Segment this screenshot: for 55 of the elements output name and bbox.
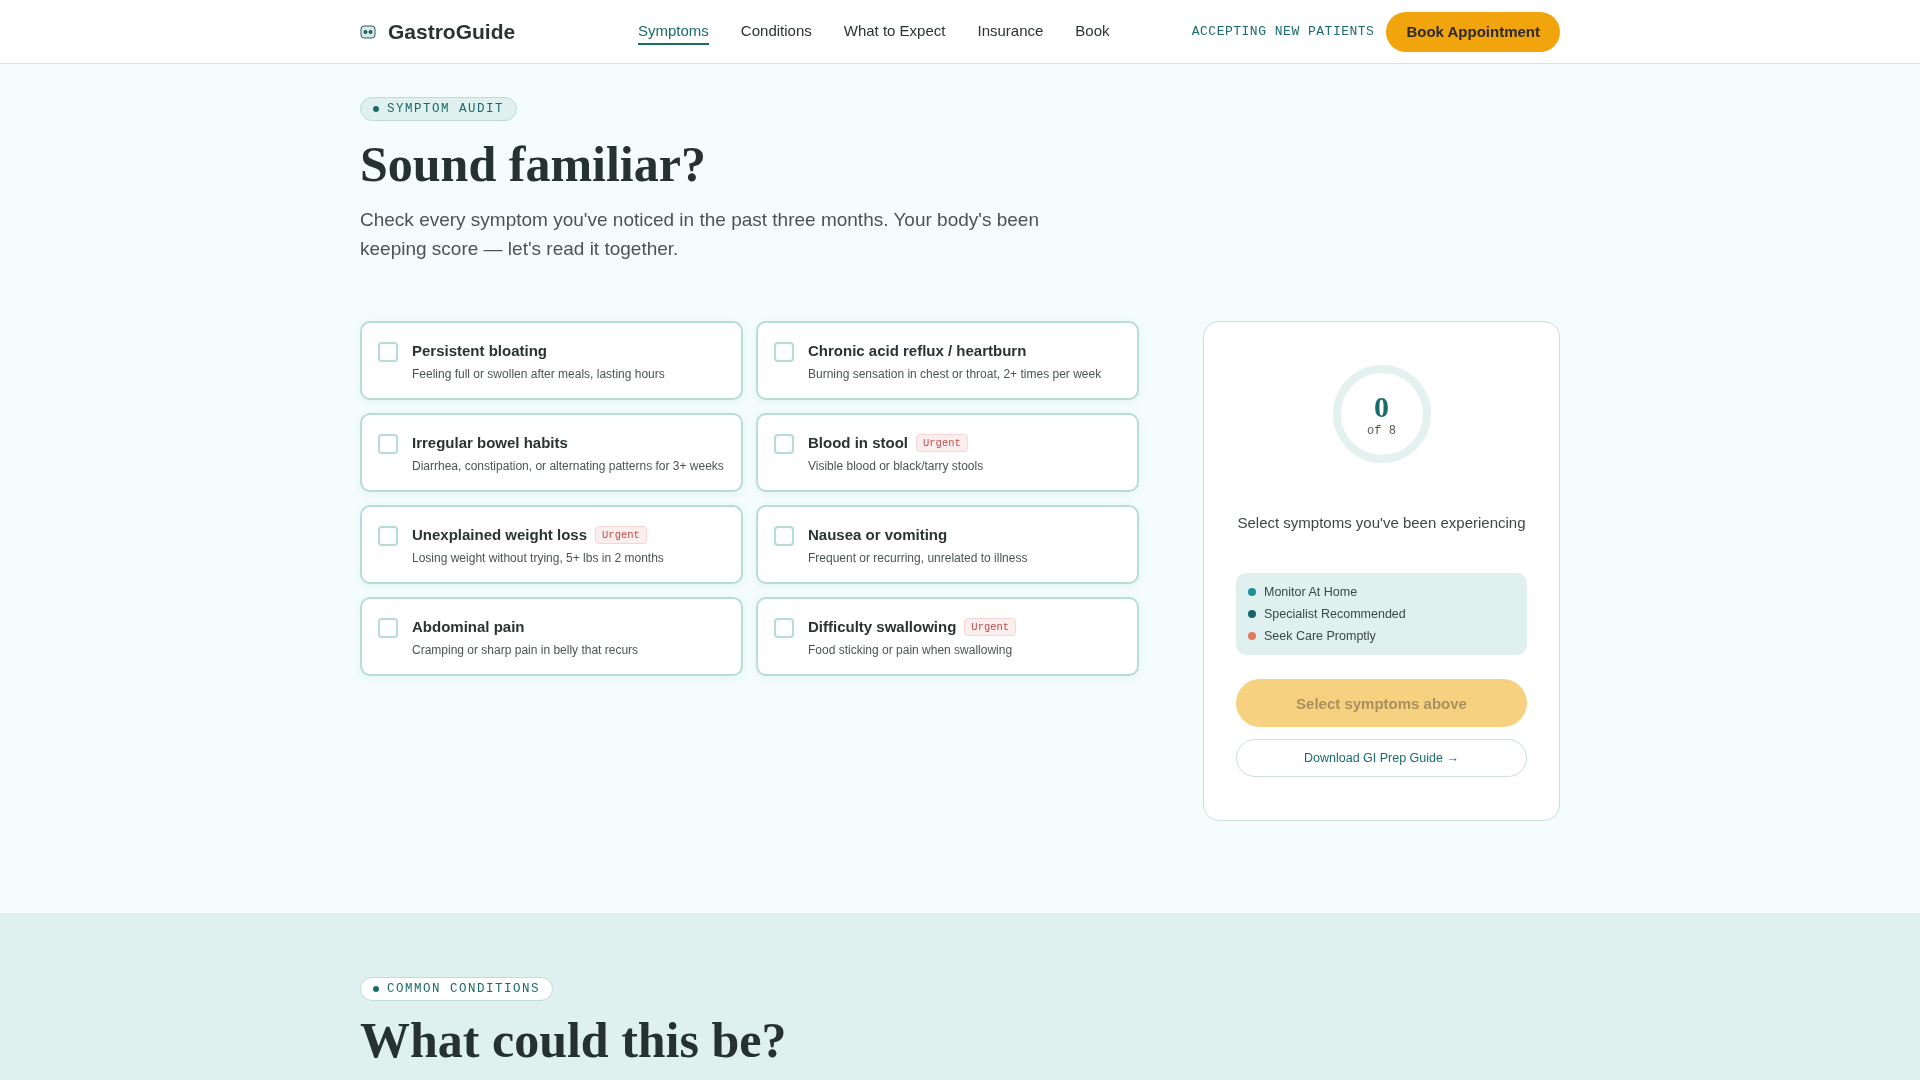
intro-text: Check every symptom you've noticed in the past three months. Your body's been keeping score — let's read it together. <box>360 208 1040 261</box>
nav-link[interactable]: Conditions <box>740 18 812 45</box>
selected-count: 0 <box>1374 390 1389 424</box>
symptom-detail: Visible blood or black/tarry stools <box>808 459 984 473</box>
checkbox[interactable] <box>774 434 794 454</box>
book-appointment-button[interactable]: Book Appointment <box>1386 11 1560 52</box>
symptom-detail: Frequent or recurring, unrelated to illness <box>808 551 1028 565</box>
symptom-detail: Losing weight without trying, 5+ lbs in 2 months <box>412 551 664 565</box>
legend-label: Seek Care Promptly <box>1264 629 1376 643</box>
legend-label: Monitor At Home <box>1264 585 1358 599</box>
eyebrow-badge: SYMPTOM AUDIT <box>360 97 518 121</box>
urgent-badge: Urgent <box>916 433 968 452</box>
eyebrow-badge: COMMON CONDITIONS <box>360 977 554 1001</box>
section-title: What could this be? <box>360 1011 788 1069</box>
symptom-card[interactable]: Abdominal pain Cramping or sharp pain in belly that recurs <box>360 597 743 676</box>
nav-link[interactable]: Book <box>1075 18 1110 45</box>
checkbox[interactable] <box>378 434 398 454</box>
symptom-card[interactable]: Irregular bowel habits Diarrhea, constipation, or alternating patterns for 3+ weeks <box>360 413 743 492</box>
checkbox[interactable] <box>774 618 794 638</box>
symptom-card[interactable]: Chronic acid reflux / heartburn Burning sensation in chest or throat, 2+ times per week <box>756 321 1139 400</box>
legend-label: Specialist Recommended <box>1264 607 1406 621</box>
symptom-title: Abdominal pain <box>412 618 525 635</box>
checkbox[interactable] <box>774 526 794 546</box>
symptom-detail: Feeling full or swollen after meals, lasting hours <box>412 367 665 381</box>
urgent-badge: Urgent <box>595 525 647 544</box>
nav-link[interactable]: Symptoms <box>638 18 709 45</box>
symptom-title: Unexplained weight loss <box>412 526 588 543</box>
symptom-card[interactable]: Unexplained weight loss Urgent Losing weight without trying, 5+ lbs in 2 months <box>360 505 743 584</box>
checkbox[interactable] <box>378 526 398 546</box>
symptom-title: Nausea or vomiting <box>808 526 948 543</box>
symptom-title: Persistent bloating <box>412 342 548 359</box>
brand-name: GastroGuide <box>388 19 517 44</box>
nav-link[interactable]: Insurance <box>977 18 1044 45</box>
symptom-detail: Burning sensation in chest or throat, 2+ times per week <box>808 367 1102 381</box>
symptom-title: Irregular bowel habits <box>412 434 568 451</box>
symptom-card[interactable]: Nausea or vomiting Frequent or recurring, unrelated to illness <box>756 505 1139 584</box>
symptom-title: Difficulty swallowing <box>808 618 957 635</box>
checkbox[interactable] <box>378 618 398 638</box>
page-title: Sound familiar? <box>360 135 707 193</box>
logo-icon <box>360 24 376 39</box>
symptom-detail: Cramping or sharp pain in belly that recurs <box>412 643 639 657</box>
nav-link[interactable]: What to Expect <box>843 18 946 45</box>
prompt-text: Select symptoms you've been experiencing <box>1237 514 1526 531</box>
symptom-title: Blood in stool <box>808 434 908 451</box>
checkbox[interactable] <box>378 342 398 362</box>
symptom-card[interactable]: Difficulty swallowing Urgent Food sticking or pain when swallowing <box>756 597 1139 676</box>
total-count: of 8 <box>1367 424 1396 438</box>
symptom-card[interactable]: Persistent bloating Feeling full or swollen after meals, lasting hours <box>360 321 743 400</box>
symptom-title: Chronic acid reflux / heartburn <box>808 342 1027 359</box>
checkbox[interactable] <box>774 342 794 362</box>
symptom-card[interactable]: Blood in stool Urgent Visible blood or black/tarry stools <box>756 413 1139 492</box>
symptom-detail: Diarrhea, constipation, or alternating patterns for 3+ weeks <box>412 459 724 473</box>
urgent-badge: Urgent <box>964 617 1017 636</box>
symptom-detail: Food sticking or pain when swallowing <box>808 643 1014 657</box>
status-text: ACCEPTING NEW PATIENTS <box>1191 24 1375 39</box>
